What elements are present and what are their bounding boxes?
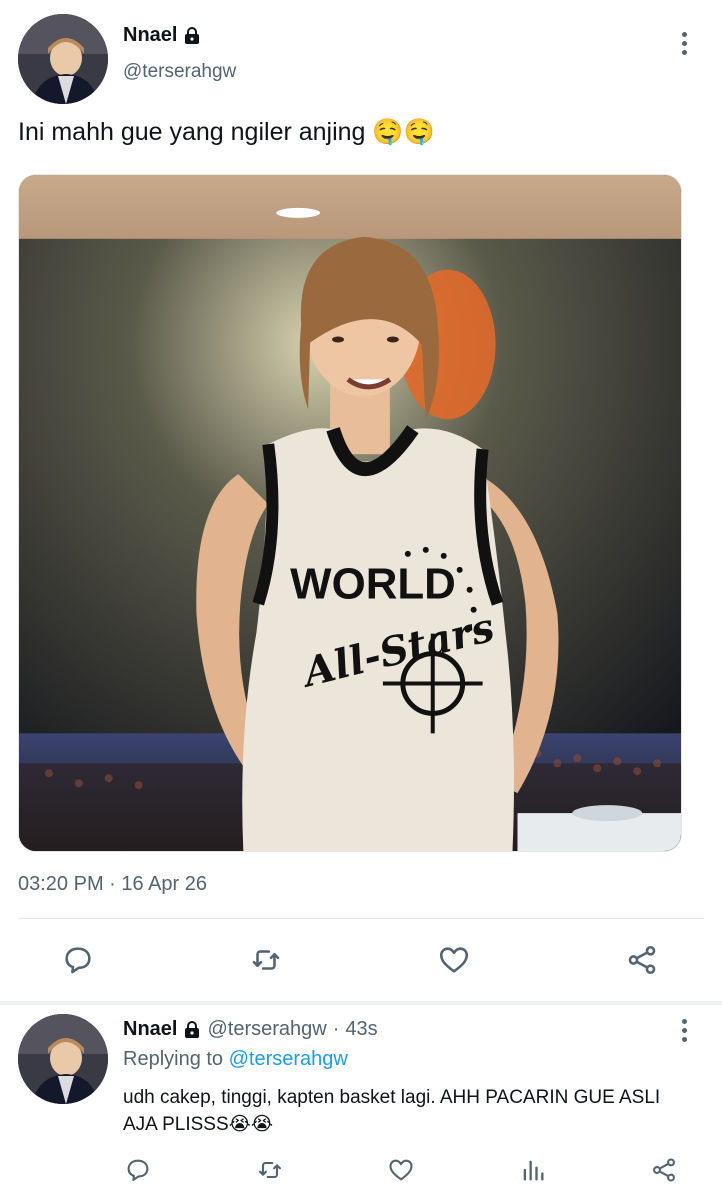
lock-icon — [183, 1020, 201, 1039]
reply-author-name[interactable]: Nnael — [123, 1018, 177, 1041]
more-vertical-icon[interactable] — [672, 28, 696, 58]
tweet-text: Ini mahh gue yang ngiler anjing 🤤🤤 — [18, 118, 435, 146]
author-name-row[interactable]: Nnael — [123, 24, 201, 47]
author-name[interactable]: Nnael — [123, 24, 177, 47]
replying-to-link[interactable]: @terserahgw — [229, 1048, 348, 1070]
heart-icon[interactable] — [381, 1150, 421, 1190]
reply-author-handle[interactable]: @terserahgw — [207, 1018, 326, 1041]
section-divider — [0, 1001, 722, 1005]
share-icon[interactable] — [644, 1150, 684, 1190]
tweet-timestamp[interactable]: 03:20 PM · 16 Apr 26 — [18, 873, 207, 896]
reply-icon[interactable] — [58, 940, 98, 980]
retweet-icon[interactable] — [250, 1150, 290, 1190]
reply-header: Nnael @terserahgw · 43s — [123, 1018, 378, 1041]
author-avatar[interactable] — [18, 14, 108, 104]
more-vertical-icon[interactable] — [672, 1015, 696, 1045]
divider — [18, 918, 704, 919]
reply-author-avatar[interactable] — [18, 1014, 108, 1104]
share-icon[interactable] — [622, 940, 662, 980]
reply-icon[interactable] — [118, 1150, 158, 1190]
replying-to-line: Replying to @terserahgw — [123, 1048, 348, 1071]
reply-age[interactable]: 43s — [345, 1018, 377, 1041]
author-handle[interactable]: @terserahgw — [123, 61, 236, 83]
reply-separator: · — [332, 1018, 340, 1040]
replying-prefix: Replying to — [123, 1048, 224, 1070]
retweet-icon[interactable] — [246, 940, 286, 980]
tweet-photo[interactable]: WORLD All-Stars — [18, 174, 682, 852]
heart-icon[interactable] — [434, 940, 474, 980]
analytics-icon[interactable] — [513, 1150, 553, 1190]
reply-text: udh cakep, tinggi, kapten basket lagi. A… — [123, 1087, 661, 1135]
jersey-text-world: WORLD — [290, 560, 456, 609]
lock-icon — [183, 26, 201, 45]
